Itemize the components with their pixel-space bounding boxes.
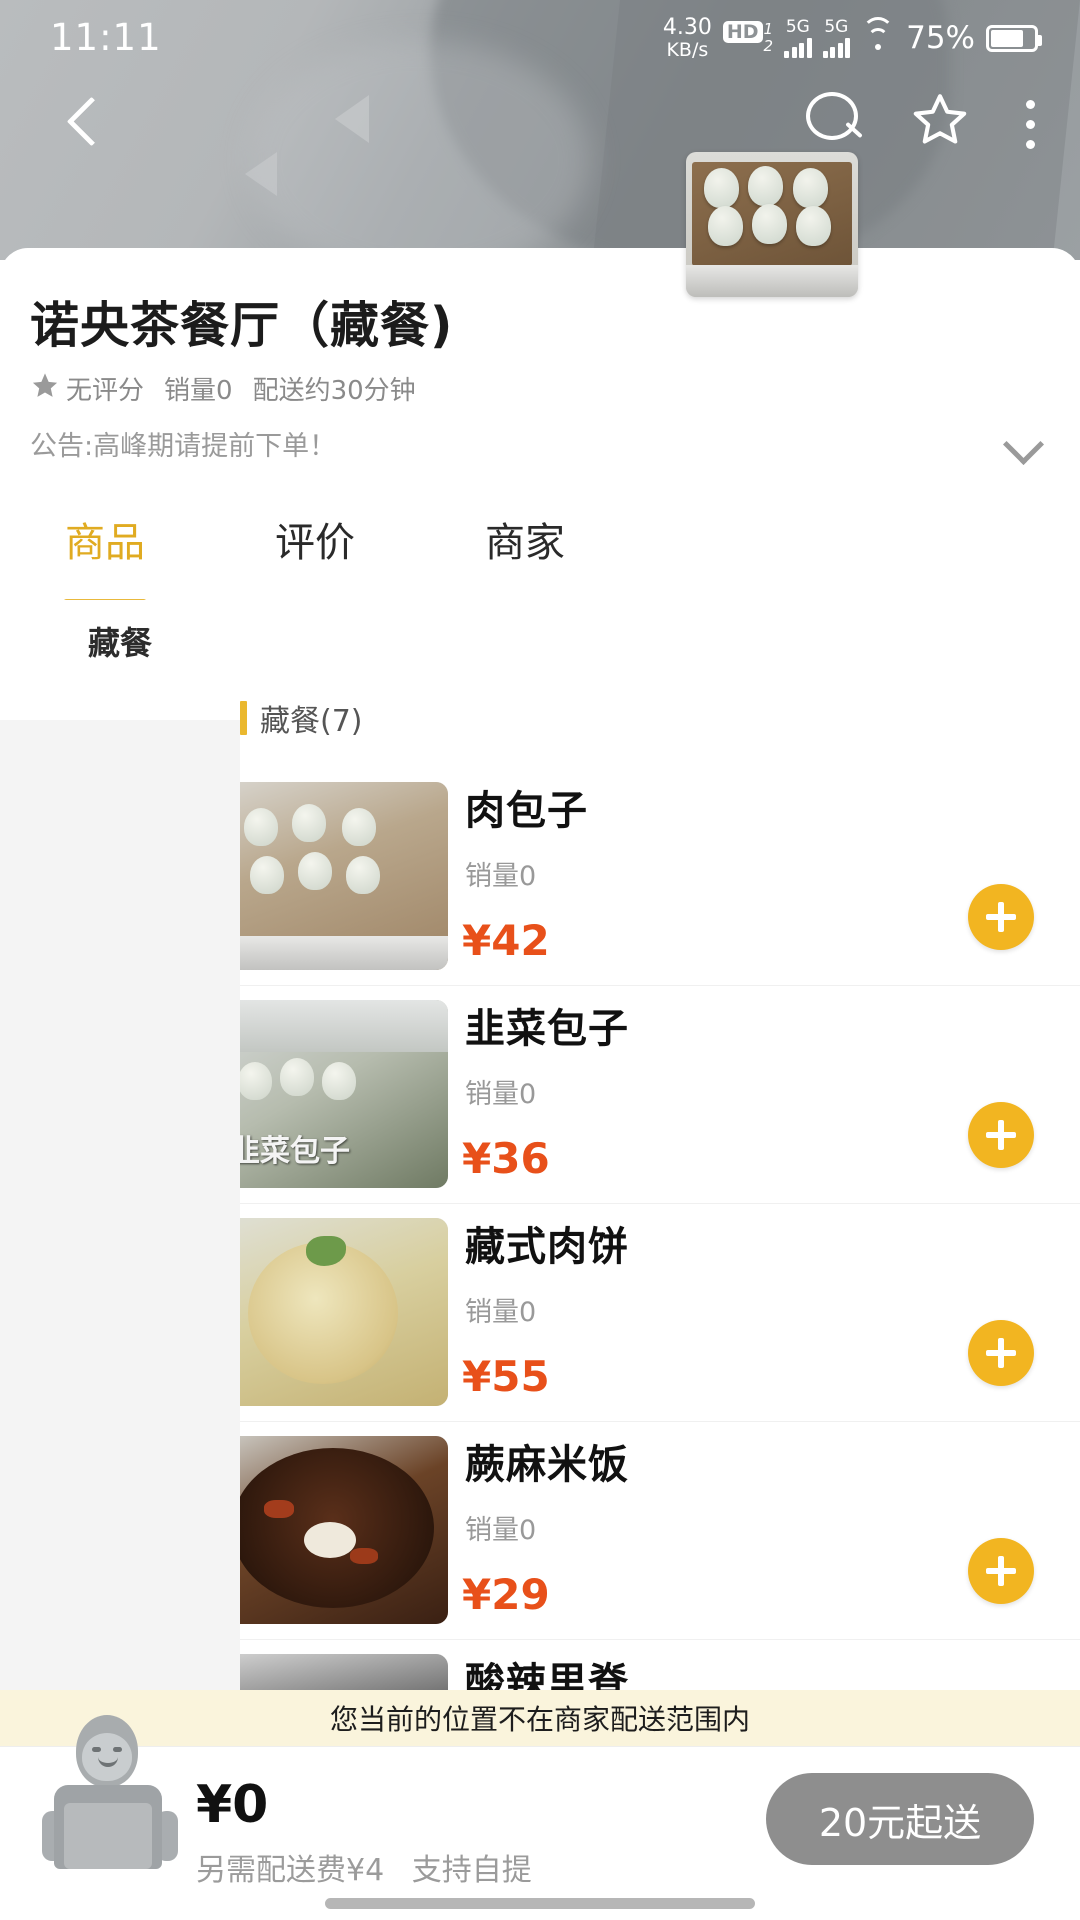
order-button[interactable]: 20元起送: [766, 1773, 1034, 1865]
network-type-1: 5G: [786, 19, 810, 36]
sim-slots: 1 2: [764, 21, 774, 56]
item-image[interactable]: [240, 1436, 448, 1624]
list-item[interactable]: 蕨麻米饭 销量0 ¥29: [240, 1422, 1080, 1640]
item-name: 肉包子: [465, 778, 588, 836]
status-time: 11:11: [50, 16, 162, 59]
shop-detail-card: 诺央茶餐厅（藏餐) 无评分 销量0 配送约30分钟 公告:高峰期请提前下单！ 商…: [0, 248, 1080, 1920]
network-type-2: 5G: [824, 19, 848, 36]
list-item[interactable]: 韭菜包子 韭菜包子 销量0 ¥36: [240, 986, 1080, 1204]
battery-percent: 75%: [906, 20, 975, 56]
hd-label: HD: [723, 21, 763, 43]
star-icon[interactable]: [904, 82, 976, 154]
plus-icon[interactable]: [968, 884, 1034, 950]
cart-bar: ¥0 另需配送费¥4 支持自提 20元起送: [0, 1746, 1080, 1920]
home-indicator: [325, 1898, 755, 1909]
item-sales: 销量0: [465, 1508, 536, 1547]
tab-bar: 商品 评价 商家: [0, 488, 1080, 608]
shop-sales: 销量0: [164, 370, 233, 407]
delivery-fee-text: 另需配送费¥4: [196, 1853, 384, 1888]
self-pickup-text: 支持自提: [412, 1853, 532, 1888]
status-indicators: 4.30 KB/s HD 1 2 5G 5G 75%: [663, 18, 1038, 58]
item-name: 藏式肉饼: [465, 1214, 629, 1272]
list-item[interactable]: 肉包子 销量0 ¥42: [240, 768, 1080, 986]
list-item[interactable]: 藏式肉饼 销量0 ¥55: [240, 1204, 1080, 1422]
item-sales: 销量0: [465, 1072, 536, 1111]
battery-icon: [986, 25, 1038, 52]
network-speed-indicator: 4.30 KB/s: [663, 17, 712, 60]
tab-merchant[interactable]: 商家: [420, 488, 630, 608]
shop-notice: 公告:高峰期请提前下单！: [30, 424, 990, 463]
tab-products[interactable]: 商品: [0, 488, 210, 608]
delivery-time: 配送约30分钟: [253, 370, 416, 407]
shop-thumbnail[interactable]: [686, 152, 858, 297]
menu-section-header: 藏餐(7): [240, 696, 363, 740]
item-image[interactable]: [240, 1218, 448, 1406]
nav-actions: [798, 82, 1050, 154]
wifi-icon: [861, 25, 895, 51]
chevron-down-icon[interactable]: [1002, 424, 1044, 466]
signal-icon-1: 5G: [784, 19, 812, 58]
search-icon[interactable]: [798, 82, 870, 154]
shop-meta: 无评分 销量0 配送约30分钟: [30, 370, 416, 407]
more-vertical-icon[interactable]: [1010, 82, 1050, 154]
item-image[interactable]: 韭菜包子: [240, 1000, 448, 1188]
signal-icon-2: 5G: [823, 19, 851, 58]
sim-1-label: 1: [764, 21, 774, 38]
page-title: 诺央茶餐厅（藏餐): [30, 286, 453, 357]
section-accent-bar: [240, 701, 247, 735]
sidebar-item-tibetan[interactable]: 藏餐: [0, 618, 240, 664]
plus-icon[interactable]: [968, 1102, 1034, 1168]
back-button[interactable]: [48, 86, 120, 158]
plus-icon[interactable]: [968, 1320, 1034, 1386]
rating-text: 无评分: [66, 370, 144, 407]
cart-total: ¥0: [196, 1775, 268, 1835]
item-price: ¥42: [462, 916, 550, 965]
item-price: ¥36: [462, 1134, 550, 1183]
delivery-rider-icon: [36, 1707, 186, 1887]
network-speed-unit: KB/s: [666, 41, 708, 60]
item-sales: 销量0: [465, 1290, 536, 1329]
cart-subtext: 另需配送费¥4 支持自提: [196, 1845, 532, 1889]
item-name: 蕨麻米饭: [465, 1432, 629, 1490]
thumbnail-tray: [686, 265, 858, 297]
signal-bars-2: [823, 37, 851, 58]
section-title: 藏餐(7): [260, 696, 363, 740]
item-image[interactable]: [240, 782, 448, 970]
plus-icon[interactable]: [968, 1538, 1034, 1604]
item-name: 韭菜包子: [465, 996, 629, 1054]
hd-voice-icon: HD 1 2: [723, 21, 773, 56]
top-navigation: [0, 78, 1080, 168]
item-price: ¥55: [462, 1352, 550, 1401]
rating-star-icon: [30, 371, 60, 407]
signal-bars-1: [784, 37, 812, 58]
network-speed-value: 4.30: [663, 17, 712, 39]
sim-2-label: 2: [764, 38, 774, 55]
item-sales: 销量0: [465, 854, 536, 893]
tab-reviews[interactable]: 评价: [210, 488, 420, 608]
item-price: ¥29: [462, 1570, 550, 1619]
status-bar: 11:11 4.30 KB/s HD 1 2 5G 5G 75%: [0, 0, 1080, 72]
